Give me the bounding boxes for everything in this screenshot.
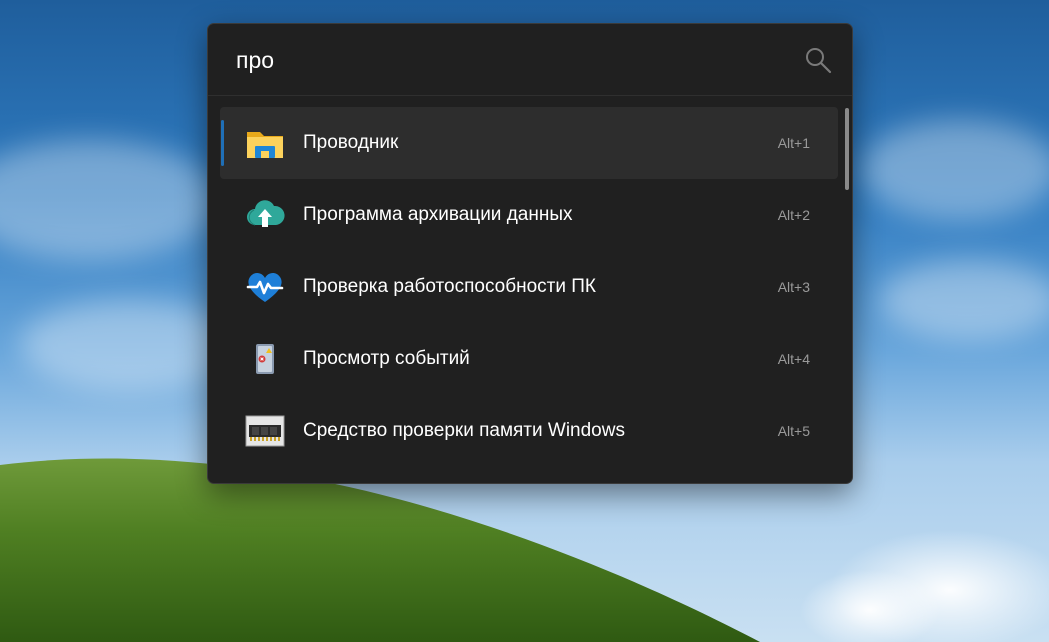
result-label: Проводник [303, 132, 399, 153]
scrollbar-thumb[interactable] [845, 108, 849, 190]
result-label: Программа архивации данных [303, 204, 573, 225]
search-input[interactable] [236, 42, 756, 78]
search-bar [208, 24, 852, 96]
heart-pulse-health-icon [246, 272, 284, 302]
result-label: Средство проверки памяти Windows [303, 420, 625, 441]
search-icon[interactable] [804, 46, 832, 74]
result-label: Проверка работоспособности ПК [303, 276, 596, 297]
result-item-memory-diagnostic[interactable]: Средство проверки памяти Windows Alt+5 [220, 395, 838, 467]
result-label: Просмотр событий [303, 348, 470, 369]
result-item-explorer[interactable]: Проводник Alt+1 [220, 107, 838, 179]
desktop-wallpaper: Проводник Alt+1 Программа архивации данн… [0, 0, 1049, 642]
results-list: Проводник Alt+1 Программа архивации данн… [208, 107, 848, 467]
memory-chip-icon [245, 415, 285, 447]
result-shortcut: Alt+4 [777, 351, 810, 367]
event-viewer-icon [256, 344, 274, 374]
result-item-backup[interactable]: Программа архивации данных Alt+2 [220, 179, 838, 251]
result-item-pc-health[interactable]: Проверка работоспособности ПК Alt+3 [220, 251, 838, 323]
file-explorer-folder-icon [247, 132, 283, 158]
search-launcher-panel: Проводник Alt+1 Программа архивации данн… [207, 23, 853, 484]
result-shortcut: Alt+3 [777, 279, 810, 295]
results-scrollbar[interactable] [844, 107, 850, 477]
result-shortcut: Alt+1 [777, 135, 810, 151]
result-item-event-viewer[interactable]: Просмотр событий Alt+4 [220, 323, 838, 395]
result-shortcut: Alt+5 [777, 423, 810, 439]
result-shortcut: Alt+2 [777, 207, 810, 223]
cloud-upload-backup-icon [247, 200, 285, 227]
